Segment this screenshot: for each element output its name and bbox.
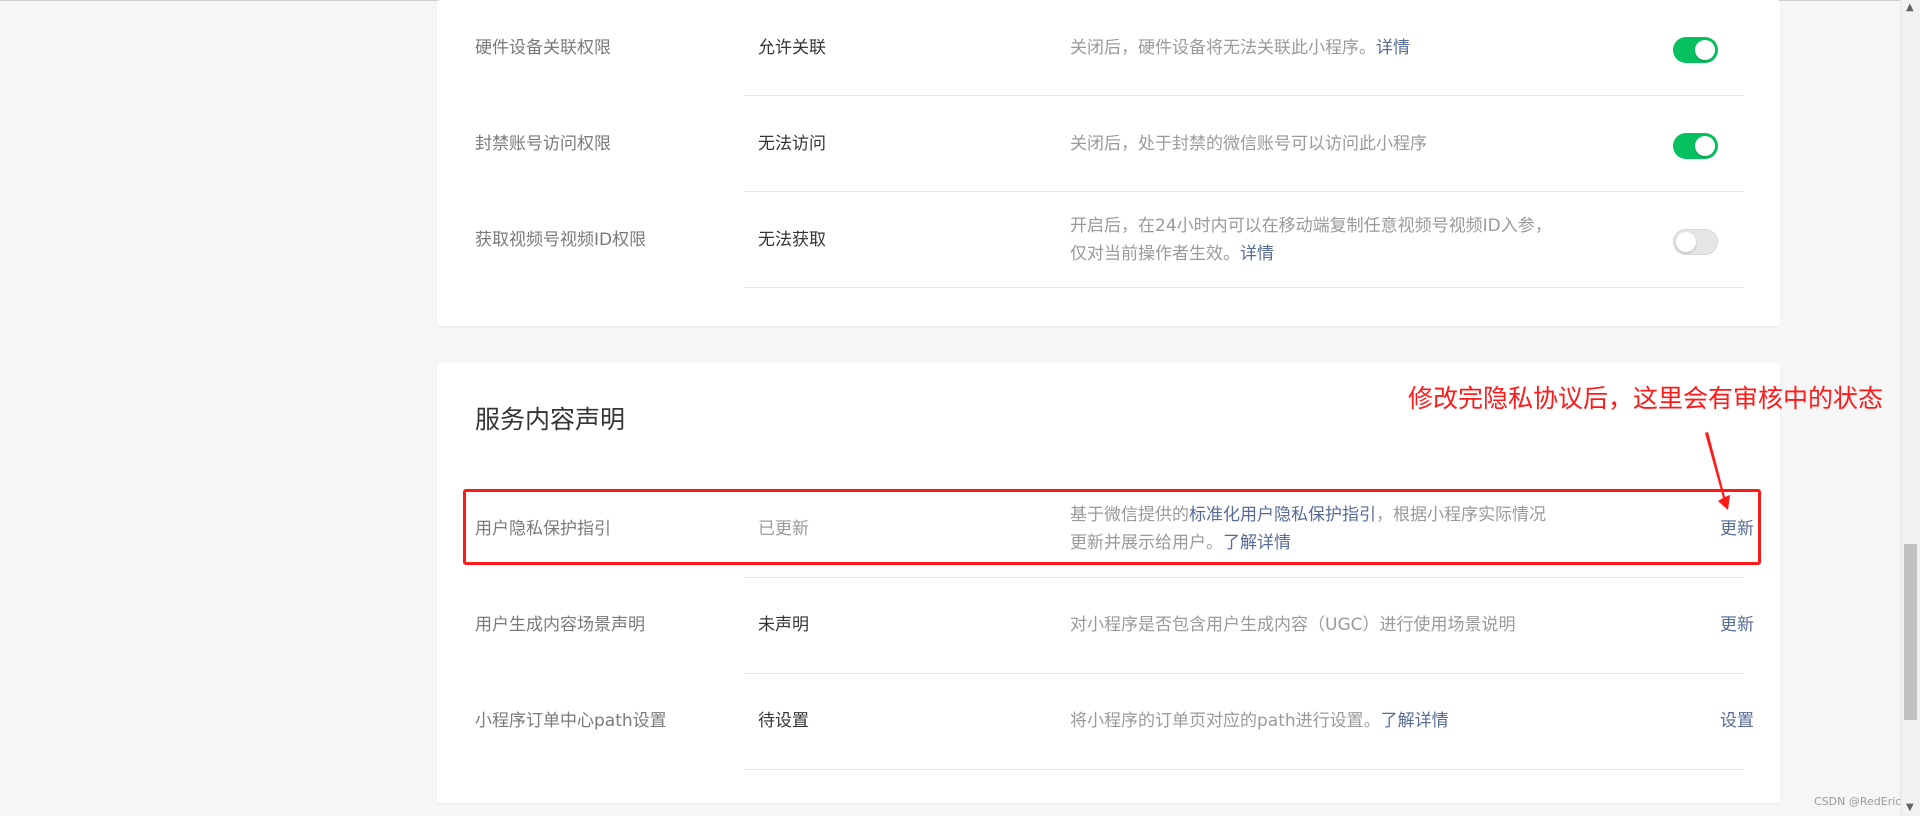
service-value: 已更新 [758, 519, 809, 539]
update-button[interactable]: 更新 [1684, 611, 1754, 639]
service-label: 小程序订单中心path设置 [475, 711, 667, 731]
service-desc: 对小程序是否包含用户生成内容（UGC）进行使用场景说明 [1070, 615, 1516, 635]
scroll-down-arrow-icon[interactable]: ▼ [1906, 802, 1914, 814]
permission-value: 允许关联 [758, 38, 826, 58]
service-desc: 将小程序的订单页对应的path进行设置。了解详情 [1070, 707, 1590, 735]
section-title: 服务内容声明 [475, 405, 626, 434]
update-button[interactable]: 更新 [1684, 515, 1754, 543]
permission-desc-line2: 仅对当前操作者生效。 [1070, 244, 1240, 264]
learn-more-link[interactable]: 了解详情 [1381, 711, 1449, 731]
vertical-scrollbar[interactable]: ▲ ▼ [1900, 0, 1920, 816]
hardware-permission-toggle[interactable] [1673, 37, 1718, 63]
privacy-guide-link[interactable]: 标准化用户隐私保护指引 [1189, 505, 1376, 525]
permission-value: 无法获取 [758, 230, 826, 250]
details-link[interactable]: 详情 [1240, 244, 1274, 264]
service-desc-line2: 更新并展示给用户。 [1070, 533, 1223, 553]
service-desc-text: 将小程序的订单页对应的path进行设置。 [1070, 711, 1381, 731]
settings-button[interactable]: 设置 [1684, 707, 1754, 735]
permission-row-banned-account: 封禁账号访问权限 无法访问 关闭后，处于封禁的微信账号可以访问此小程序 [437, 96, 1780, 192]
permission-desc-line1: 开启后，在24小时内可以在移动端复制任意视频号视频ID入参， [1070, 216, 1552, 236]
permission-desc: 关闭后，处于封禁的微信账号可以访问此小程序 [1070, 134, 1427, 154]
permission-label: 硬件设备关联权限 [475, 38, 611, 58]
permission-label: 获取视频号视频ID权限 [475, 230, 647, 250]
scrollbar-thumb[interactable] [1904, 544, 1917, 720]
service-label: 用户生成内容场景声明 [475, 615, 645, 635]
permission-value: 无法访问 [758, 134, 826, 154]
service-row-privacy-guide: 用户隐私保护指引 已更新 基于微信提供的标准化用户隐私保护指引，根据小程序实际情… [437, 482, 1780, 578]
scroll-up-arrow-icon[interactable]: ▲ [1906, 2, 1914, 14]
permission-row-hardware: 硬件设备关联权限 允许关联 关闭后，硬件设备将无法关联此小程序。详情 [437, 0, 1780, 96]
permission-desc: 开启后，在24小时内可以在移动端复制任意视频号视频ID入参， 仅对当前操作者生效。… [1070, 212, 1590, 268]
service-row-order-path: 小程序订单中心path设置 待设置 将小程序的订单页对应的path进行设置。了解… [437, 674, 1780, 770]
banned-account-toggle[interactable] [1673, 133, 1718, 159]
row-divider [745, 769, 1743, 770]
service-label: 用户隐私保护指引 [475, 519, 611, 539]
permission-desc: 关闭后，硬件设备将无法关联此小程序。详情 [1070, 34, 1590, 62]
annotation-arrow-icon [1705, 432, 1730, 510]
toggle-knob [1695, 40, 1715, 60]
service-desc: 基于微信提供的标准化用户隐私保护指引，根据小程序实际情况更新并展示给用户。了解详… [1070, 501, 1590, 557]
details-link[interactable]: 详情 [1376, 38, 1410, 58]
learn-more-link[interactable]: 了解详情 [1223, 533, 1291, 553]
watermark: CSDN @RedEric [1814, 795, 1902, 808]
permissions-panel: 硬件设备关联权限 允许关联 关闭后，硬件设备将无法关联此小程序。详情 封禁账号访… [437, 0, 1780, 326]
toggle-knob [1676, 232, 1696, 252]
permission-desc-text: 关闭后，硬件设备将无法关联此小程序。 [1070, 38, 1376, 58]
permission-row-video-id: 获取视频号视频ID权限 无法获取 开启后，在24小时内可以在移动端复制任意视频号… [437, 192, 1780, 288]
toggle-knob [1695, 136, 1715, 156]
service-content-panel: 服务内容声明 用户隐私保护指引 已更新 基于微信提供的标准化用户隐私保护指引，根… [437, 363, 1780, 803]
service-value: 未声明 [758, 615, 809, 635]
annotation-text: 修改完隐私协议后，这里会有审核中的状态 [1408, 384, 1884, 413]
service-desc-text: ，根据小程序实际情况 [1376, 505, 1546, 525]
permission-label: 封禁账号访问权限 [475, 134, 611, 154]
row-divider [745, 287, 1743, 288]
video-id-toggle[interactable] [1673, 229, 1718, 255]
service-value: 待设置 [758, 711, 809, 731]
service-row-ugc: 用户生成内容场景声明 未声明 对小程序是否包含用户生成内容（UGC）进行使用场景… [437, 578, 1780, 674]
page-viewport: 硬件设备关联权限 允许关联 关闭后，硬件设备将无法关联此小程序。详情 封禁账号访… [0, 0, 1920, 816]
service-desc-text: 基于微信提供的 [1070, 505, 1189, 525]
